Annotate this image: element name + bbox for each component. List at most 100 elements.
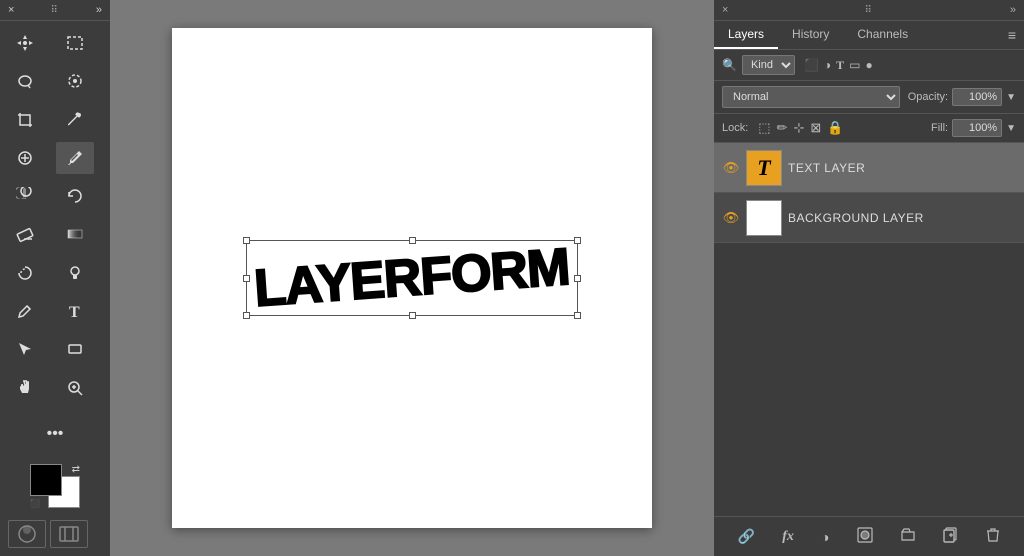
- hand-tool[interactable]: [6, 372, 44, 404]
- gradient-tool[interactable]: [56, 218, 94, 250]
- screen-mode-button[interactable]: [50, 520, 88, 548]
- swap-colors-icon[interactable]: ⇄: [72, 464, 80, 475]
- layer-filter-row: 🔍 Kind ⬛ ◑ T ▭ ●: [714, 50, 1024, 81]
- default-colors-icon[interactable]: ⬛: [30, 499, 40, 508]
- new-layer-mask-icon[interactable]: [853, 525, 877, 548]
- lock-move-icon[interactable]: ⊹: [794, 120, 805, 136]
- filter-adj-icon[interactable]: ◑: [824, 58, 831, 73]
- eyedropper-tool[interactable]: [56, 104, 94, 136]
- filter-icons: ⬛ ◑ T ▭ ●: [804, 58, 873, 73]
- tab-history[interactable]: History: [778, 21, 843, 49]
- marquee-rect-tool[interactable]: [56, 27, 94, 59]
- toolbar-close[interactable]: ×: [8, 4, 14, 16]
- tab-channels[interactable]: Channels: [843, 21, 922, 49]
- opacity-group: Opacity: ▼: [908, 88, 1016, 106]
- handle-top-right[interactable]: [574, 237, 581, 244]
- handle-bot-left[interactable]: [243, 312, 250, 319]
- type-tool[interactable]: T: [56, 295, 94, 327]
- blur-tool[interactable]: [6, 257, 44, 289]
- layer-item-text[interactable]: 👁 T TEXT LAYER: [714, 143, 1024, 193]
- foreground-color-swatch[interactable]: [30, 464, 62, 496]
- lasso-tool[interactable]: [6, 65, 44, 97]
- quick-select-tool[interactable]: [56, 65, 94, 97]
- toolbar-collapse[interactable]: »: [96, 4, 102, 16]
- shape-tool[interactable]: [56, 333, 94, 365]
- path-select-tool[interactable]: [6, 333, 44, 365]
- fx-icon[interactable]: fx: [778, 527, 798, 547]
- layer-kind-select[interactable]: Kind: [742, 55, 795, 75]
- text-thumb-char: T: [757, 155, 770, 181]
- handle-mid-left[interactable]: [243, 275, 250, 282]
- lock-icons: ⬚ ✏ ⊹ ⊠ 🔒: [758, 120, 843, 136]
- opacity-input[interactable]: [952, 88, 1002, 106]
- filter-smart-icon[interactable]: ●: [866, 58, 873, 73]
- canvas-document: LAYERFORM: [172, 28, 652, 528]
- crop-tool[interactable]: [6, 104, 44, 136]
- panel-close-button[interactable]: ×: [722, 4, 728, 16]
- clone-stamp-tool[interactable]: [6, 180, 44, 212]
- toolbar-header: × ⠿ »: [0, 0, 110, 21]
- handle-bot-right[interactable]: [574, 312, 581, 319]
- layer-thumbnail-text: T: [746, 150, 782, 186]
- filter-type-icon[interactable]: T: [836, 58, 844, 73]
- new-group-icon[interactable]: [896, 525, 920, 548]
- search-icon: 🔍: [722, 58, 737, 72]
- toolbar-tools: T: [0, 21, 110, 414]
- eraser-tool[interactable]: [6, 218, 44, 250]
- panel-header: × ⠿ »: [714, 0, 1024, 21]
- lock-transparent-icon[interactable]: ⬚: [758, 120, 770, 136]
- new-fill-adjustment-icon[interactable]: ◑: [817, 527, 833, 547]
- canvas-text: LAYERFORM: [253, 237, 572, 319]
- fill-label: Fill:: [931, 122, 948, 134]
- opacity-arrow-icon[interactable]: ▼: [1006, 92, 1016, 103]
- fill-input[interactable]: [952, 119, 1002, 137]
- left-toolbar: × ⠿ »: [0, 0, 110, 556]
- fill-arrow-icon[interactable]: ▼: [1006, 123, 1016, 134]
- delete-layer-icon[interactable]: [982, 525, 1004, 548]
- text-layer-wrapper[interactable]: LAYERFORM: [254, 248, 570, 308]
- right-panel: × ⠿ » Layers History Channels ≡ 🔍 Kind ⬛…: [714, 0, 1024, 556]
- layer-thumbnail-bg: [746, 200, 782, 236]
- dodge-tool[interactable]: [56, 257, 94, 289]
- layer-visibility-bg[interactable]: 👁: [722, 209, 740, 227]
- brush-tool[interactable]: [56, 142, 94, 174]
- lock-artboard-icon[interactable]: ⊠: [810, 120, 821, 136]
- handle-mid-right[interactable]: [574, 275, 581, 282]
- color-swatches: ⇄ ⬛: [30, 464, 80, 508]
- layer-name-text: TEXT LAYER: [788, 161, 865, 175]
- handle-top-mid[interactable]: [409, 237, 416, 244]
- move-tool[interactable]: [6, 27, 44, 59]
- quick-mask-button[interactable]: [8, 520, 46, 548]
- color-swatches-area: ⇄ ⬛: [0, 456, 110, 516]
- ellipsis-icon: •••: [47, 425, 64, 443]
- opacity-label: Opacity:: [908, 91, 948, 103]
- canvas-area: LAYERFORM: [110, 0, 714, 556]
- link-layers-icon[interactable]: 🔗: [734, 526, 759, 547]
- blend-mode-select[interactable]: Normal: [722, 86, 900, 108]
- extra-tools-button[interactable]: •••: [15, 418, 95, 450]
- lock-row: Lock: ⬚ ✏ ⊹ ⊠ 🔒 Fill: ▼: [714, 114, 1024, 143]
- lock-all-icon[interactable]: 🔒: [827, 120, 843, 136]
- layer-name-bg: BACKGROUND LAYER: [788, 211, 924, 225]
- panel-collapse-button[interactable]: »: [1010, 4, 1016, 16]
- handle-bot-mid[interactable]: [409, 312, 416, 319]
- toolbar-mode-buttons: [0, 516, 110, 556]
- filter-shape-icon[interactable]: ▭: [849, 58, 860, 73]
- pen-tool[interactable]: [6, 295, 44, 327]
- filter-pixel-icon[interactable]: ⬛: [804, 58, 819, 73]
- panel-menu-button[interactable]: ≡: [1000, 21, 1024, 49]
- layer-visibility-text[interactable]: 👁: [722, 159, 740, 177]
- panel-tabs: Layers History Channels ≡: [714, 21, 1024, 50]
- panel-footer: 🔗 fx ◑: [714, 516, 1024, 556]
- toolbar-drag-handle: ⠿: [50, 5, 59, 16]
- spot-heal-tool[interactable]: [6, 142, 44, 174]
- handle-top-left[interactable]: [243, 237, 250, 244]
- lock-paint-icon[interactable]: ✏: [777, 120, 788, 136]
- zoom-tool[interactable]: [56, 372, 94, 404]
- lock-label: Lock:: [722, 122, 748, 134]
- tab-layers[interactable]: Layers: [714, 21, 778, 49]
- fill-group: Fill: ▼: [931, 119, 1016, 137]
- history-brush-tool[interactable]: [56, 180, 94, 212]
- layer-item-background[interactable]: 👁 BACKGROUND LAYER: [714, 193, 1024, 243]
- new-layer-icon[interactable]: [939, 525, 963, 548]
